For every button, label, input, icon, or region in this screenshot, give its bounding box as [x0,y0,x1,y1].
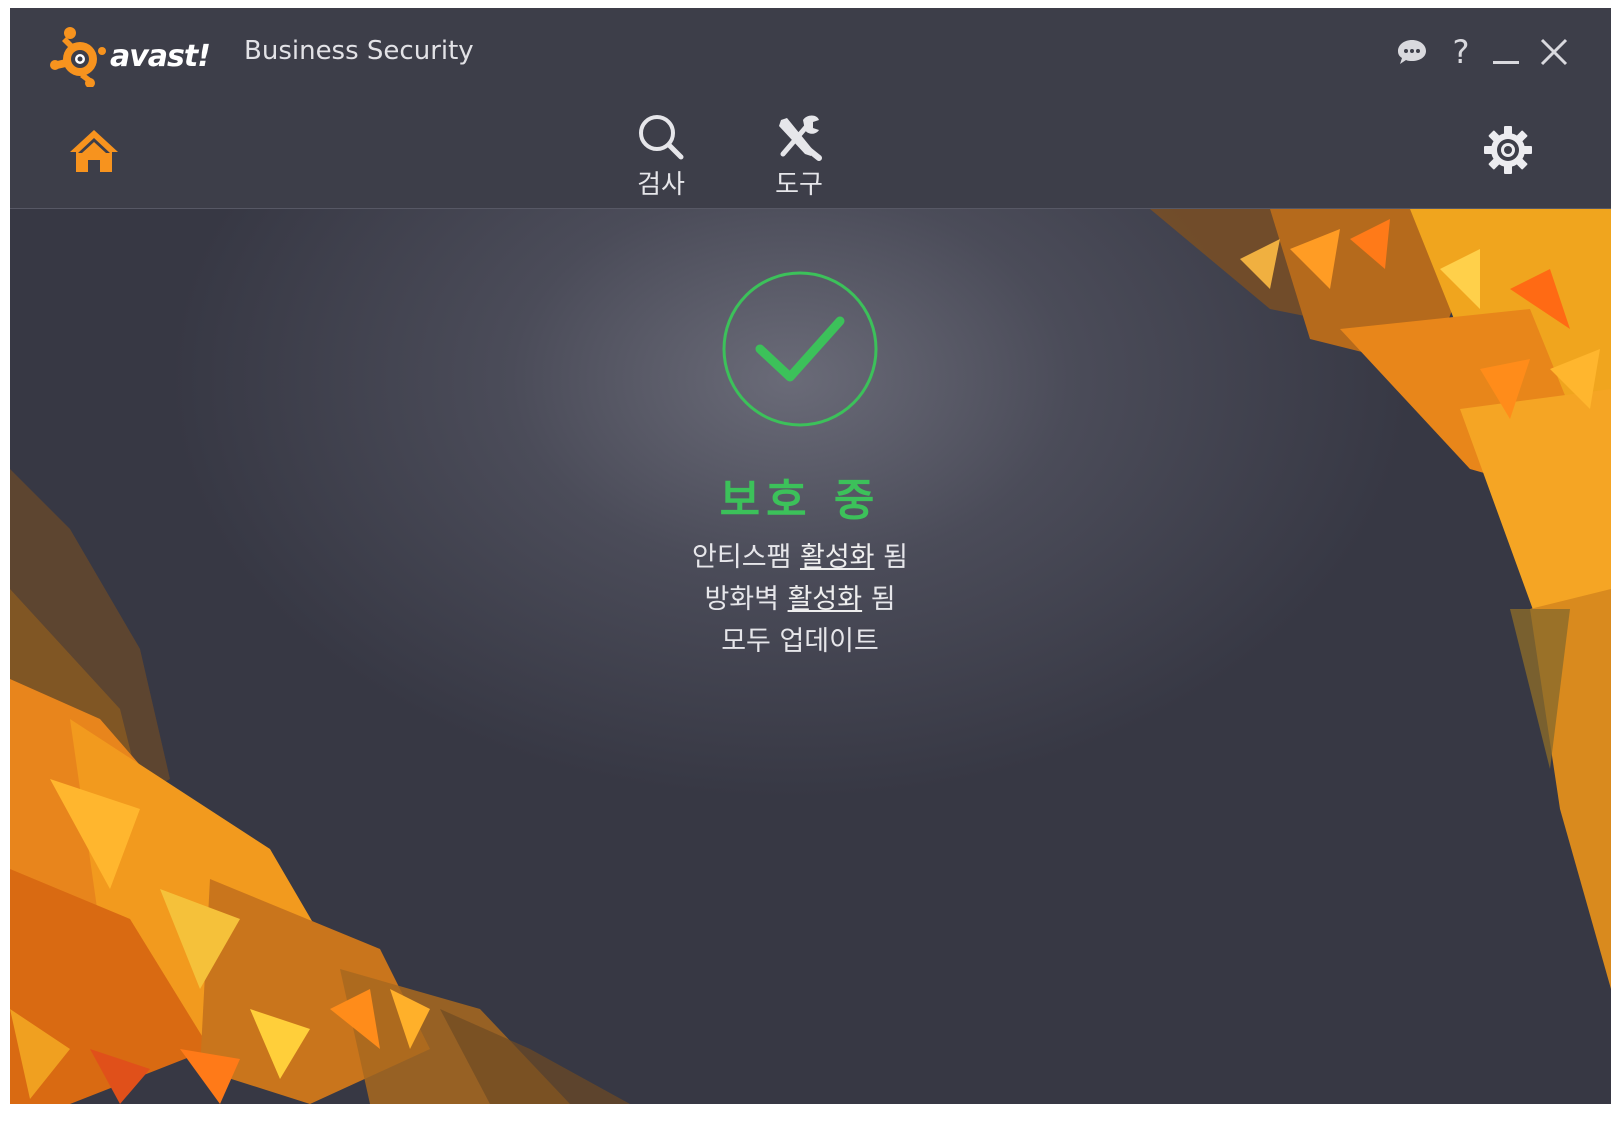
close-icon [1540,38,1568,66]
status-line-updates: 모두 업데이트 [10,619,1590,658]
close-button[interactable] [1534,32,1574,72]
title-bar: avast! Business Security ? [10,8,1611,100]
search-icon [639,115,684,160]
nav-tools[interactable]: 도구 [754,112,844,202]
avast-logo: avast! [50,24,211,88]
minimize-button[interactable] [1488,32,1524,72]
avast-logo-icon [50,27,106,87]
avast-logo-text: avast! [110,38,211,74]
status-line-antispam: 안티스팸 활성화 됨 [10,535,1590,574]
updates-label: 모두 업데이트 [721,626,879,657]
tools-icon [779,115,822,161]
avast-window: avast! Business Security ? 검사 도구 보호 중 안티… [10,8,1611,1104]
main-status-panel: 보호 중 안티스팸 활성화 됨 방화벽 활성화 됨 모두 업데이트 [10,209,1611,1104]
settings-button[interactable] [1482,124,1534,176]
check-circle-icon [722,271,878,427]
nav-scan[interactable]: 검사 [616,112,706,202]
firewall-activated-link[interactable]: 활성화 [788,584,863,615]
antispam-label: 안티스팸 [692,542,792,573]
nav-bar: 검사 도구 [10,100,1611,209]
status-title: 보호 중 [719,475,881,526]
firewall-suffix: 됨 [870,584,896,615]
antispam-suffix: 됨 [883,542,908,573]
minimize-icon [1493,61,1519,64]
nav-tools-label: 도구 [775,170,823,200]
home-button[interactable] [66,124,122,180]
status-line-firewall: 방화벽 활성화 됨 [10,577,1590,616]
antispam-activated-link[interactable]: 활성화 [800,542,875,573]
firewall-label: 방화벽 [704,584,779,615]
chat-button[interactable] [1394,32,1430,72]
chat-bubble-icon [1398,40,1426,64]
nav-scan-label: 검사 [637,170,685,200]
product-name: Business Security [244,36,474,66]
help-button[interactable]: ? [1446,32,1476,72]
gear-icon [1484,126,1532,174]
home-icon [70,130,118,172]
